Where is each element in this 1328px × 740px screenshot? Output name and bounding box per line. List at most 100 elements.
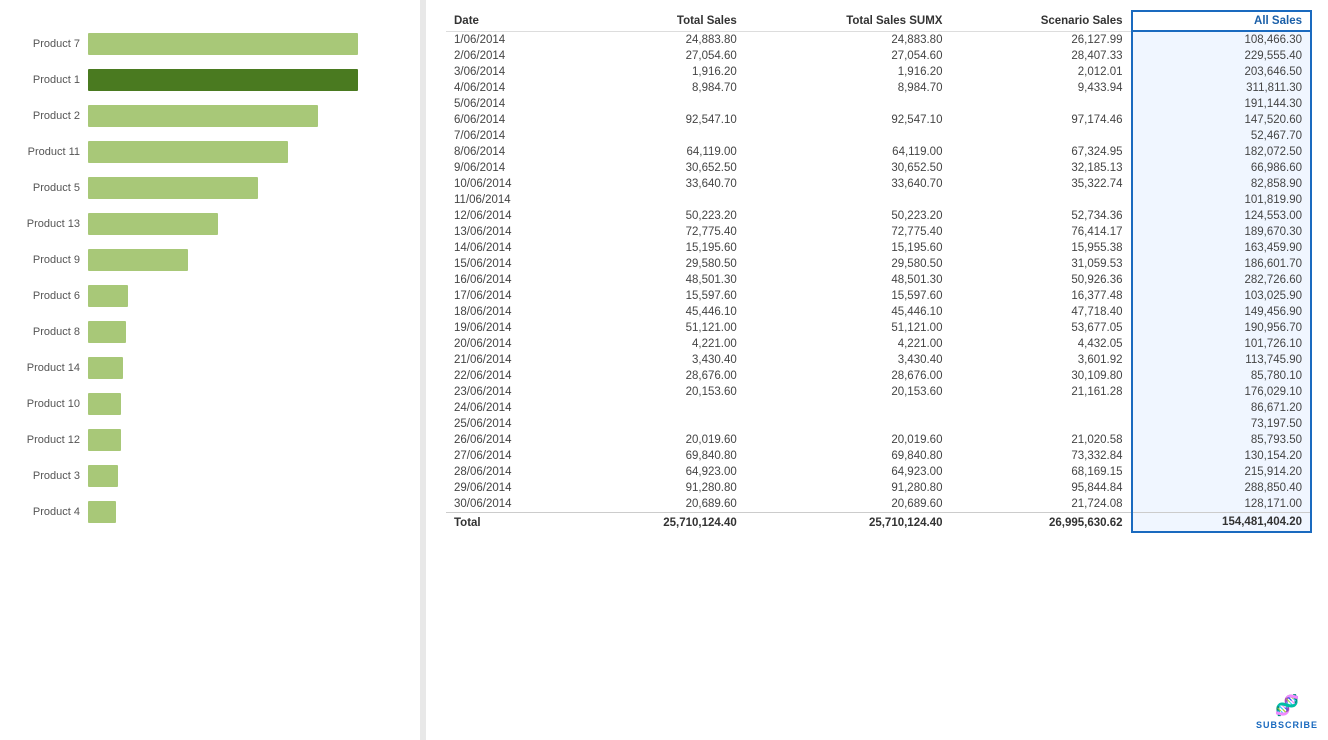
table-cell: 26,127.99 bbox=[950, 31, 1131, 48]
bar-container bbox=[88, 249, 410, 271]
table-cell: 92,547.10 bbox=[745, 112, 951, 128]
bar-row: Product 9 bbox=[16, 244, 410, 276]
table-row: 23/06/201420,153.6020,153.6021,161.28176… bbox=[446, 384, 1311, 400]
bar-fill bbox=[88, 357, 123, 379]
table-cell: 73,332.84 bbox=[950, 448, 1131, 464]
table-row: 22/06/201428,676.0028,676.0030,109.8085,… bbox=[446, 368, 1311, 384]
table-row: 29/06/201491,280.8091,280.8095,844.84288… bbox=[446, 480, 1311, 496]
table-cell: 68,169.15 bbox=[950, 464, 1131, 480]
table-cell: 29,580.50 bbox=[745, 256, 951, 272]
table-cell: 23/06/2014 bbox=[446, 384, 581, 400]
bar-row: Product 12 bbox=[16, 424, 410, 456]
table-cell bbox=[745, 416, 951, 432]
table-cell: 15,195.60 bbox=[745, 240, 951, 256]
table-cell: 64,923.00 bbox=[581, 464, 745, 480]
bar-container bbox=[88, 465, 410, 487]
col-header-total-sales-sumx: Total Sales SUMX bbox=[745, 11, 951, 31]
table-cell: 189,670.30 bbox=[1132, 224, 1311, 240]
table-cell: 282,726.60 bbox=[1132, 272, 1311, 288]
bar-label: Product 4 bbox=[16, 506, 88, 518]
table-cell: 15,195.60 bbox=[581, 240, 745, 256]
table-cell bbox=[950, 192, 1131, 208]
table-cell: 67,324.95 bbox=[950, 144, 1131, 160]
table-cell: 20,689.60 bbox=[581, 496, 745, 513]
table-cell: 35,322.74 bbox=[950, 176, 1131, 192]
table-cell bbox=[950, 400, 1131, 416]
col-header-date: Date bbox=[446, 11, 581, 31]
table-cell: 147,520.60 bbox=[1132, 112, 1311, 128]
table-cell: 52,467.70 bbox=[1132, 128, 1311, 144]
bar-fill bbox=[88, 465, 118, 487]
table-row: 30/06/201420,689.6020,689.6021,724.08128… bbox=[446, 496, 1311, 513]
bar-chart: Product 7Product 1Product 2Product 11Pro… bbox=[16, 28, 410, 528]
table-cell: 2,012.01 bbox=[950, 64, 1131, 80]
bar-container bbox=[88, 321, 410, 343]
table-cell bbox=[581, 192, 745, 208]
table-cell: 30,652.50 bbox=[581, 160, 745, 176]
table-cell: 22/06/2014 bbox=[446, 368, 581, 384]
table-cell: 64,923.00 bbox=[745, 464, 951, 480]
table-cell: 4,221.00 bbox=[745, 336, 951, 352]
table-cell: 53,677.05 bbox=[950, 320, 1131, 336]
bar-fill bbox=[88, 69, 358, 91]
bar-label: Product 7 bbox=[16, 38, 88, 50]
bar-fill bbox=[88, 177, 258, 199]
table-cell: 124,553.00 bbox=[1132, 208, 1311, 224]
table-cell: 229,555.40 bbox=[1132, 48, 1311, 64]
table-cell: 1/06/2014 bbox=[446, 31, 581, 48]
table-row: 26/06/201420,019.6020,019.6021,020.5885,… bbox=[446, 432, 1311, 448]
table-cell: 14/06/2014 bbox=[446, 240, 581, 256]
table-cell: 95,844.84 bbox=[950, 480, 1131, 496]
col-header-scenario-sales: Scenario Sales bbox=[950, 11, 1131, 31]
bar-fill bbox=[88, 105, 318, 127]
bar-label: Product 11 bbox=[16, 146, 88, 158]
table-row: 16/06/201448,501.3048,501.3050,926.36282… bbox=[446, 272, 1311, 288]
bar-row: Product 10 bbox=[16, 388, 410, 420]
table-cell: 82,858.90 bbox=[1132, 176, 1311, 192]
table-cell: 27/06/2014 bbox=[446, 448, 581, 464]
bar-label: Product 8 bbox=[16, 326, 88, 338]
bar-container bbox=[88, 393, 410, 415]
bar-row: Product 3 bbox=[16, 460, 410, 492]
col-header-all-sales: All Sales bbox=[1132, 11, 1311, 31]
table-row: 25/06/201473,197.50 bbox=[446, 416, 1311, 432]
bar-fill bbox=[88, 33, 358, 55]
table-cell: 28/06/2014 bbox=[446, 464, 581, 480]
table-cell: 64,119.00 bbox=[745, 144, 951, 160]
table-cell: 108,466.30 bbox=[1132, 31, 1311, 48]
table-row: 9/06/201430,652.5030,652.5032,185.1366,9… bbox=[446, 160, 1311, 176]
table-cell: 28,407.33 bbox=[950, 48, 1131, 64]
table-row: 12/06/201450,223.2050,223.2052,734.36124… bbox=[446, 208, 1311, 224]
table-cell: 128,171.00 bbox=[1132, 496, 1311, 513]
table-cell: 24,883.80 bbox=[581, 31, 745, 48]
bar-fill bbox=[88, 429, 121, 451]
bar-container bbox=[88, 357, 410, 379]
table-cell: 15,955.38 bbox=[950, 240, 1131, 256]
table-cell: 13/06/2014 bbox=[446, 224, 581, 240]
table-cell: 92,547.10 bbox=[581, 112, 745, 128]
footer-cell: 26,995,630.62 bbox=[950, 513, 1131, 533]
table-cell: 86,671.20 bbox=[1132, 400, 1311, 416]
table-row: 18/06/201445,446.1045,446.1047,718.40149… bbox=[446, 304, 1311, 320]
table-row: 10/06/201433,640.7033,640.7035,322.7482,… bbox=[446, 176, 1311, 192]
table-cell: 24/06/2014 bbox=[446, 400, 581, 416]
table-cell: 176,029.10 bbox=[1132, 384, 1311, 400]
table-cell: 20,019.60 bbox=[745, 432, 951, 448]
table-cell bbox=[745, 192, 951, 208]
table-cell: 21,161.28 bbox=[950, 384, 1131, 400]
table-row: 4/06/20148,984.708,984.709,433.94311,811… bbox=[446, 80, 1311, 96]
table-row: 27/06/201469,840.8069,840.8073,332.84130… bbox=[446, 448, 1311, 464]
table-cell: 72,775.40 bbox=[581, 224, 745, 240]
table-cell: 91,280.80 bbox=[581, 480, 745, 496]
table-cell: 51,121.00 bbox=[581, 320, 745, 336]
bar-container bbox=[88, 429, 410, 451]
table-cell: 27,054.60 bbox=[581, 48, 745, 64]
table-cell bbox=[745, 96, 951, 112]
bar-label: Product 12 bbox=[16, 434, 88, 446]
table-row: 14/06/201415,195.6015,195.6015,955.38163… bbox=[446, 240, 1311, 256]
bar-row: Product 1 bbox=[16, 64, 410, 96]
col-header-total-sales: Total Sales bbox=[581, 11, 745, 31]
table-cell: 72,775.40 bbox=[745, 224, 951, 240]
bar-fill bbox=[88, 285, 128, 307]
table-cell: 163,459.90 bbox=[1132, 240, 1311, 256]
